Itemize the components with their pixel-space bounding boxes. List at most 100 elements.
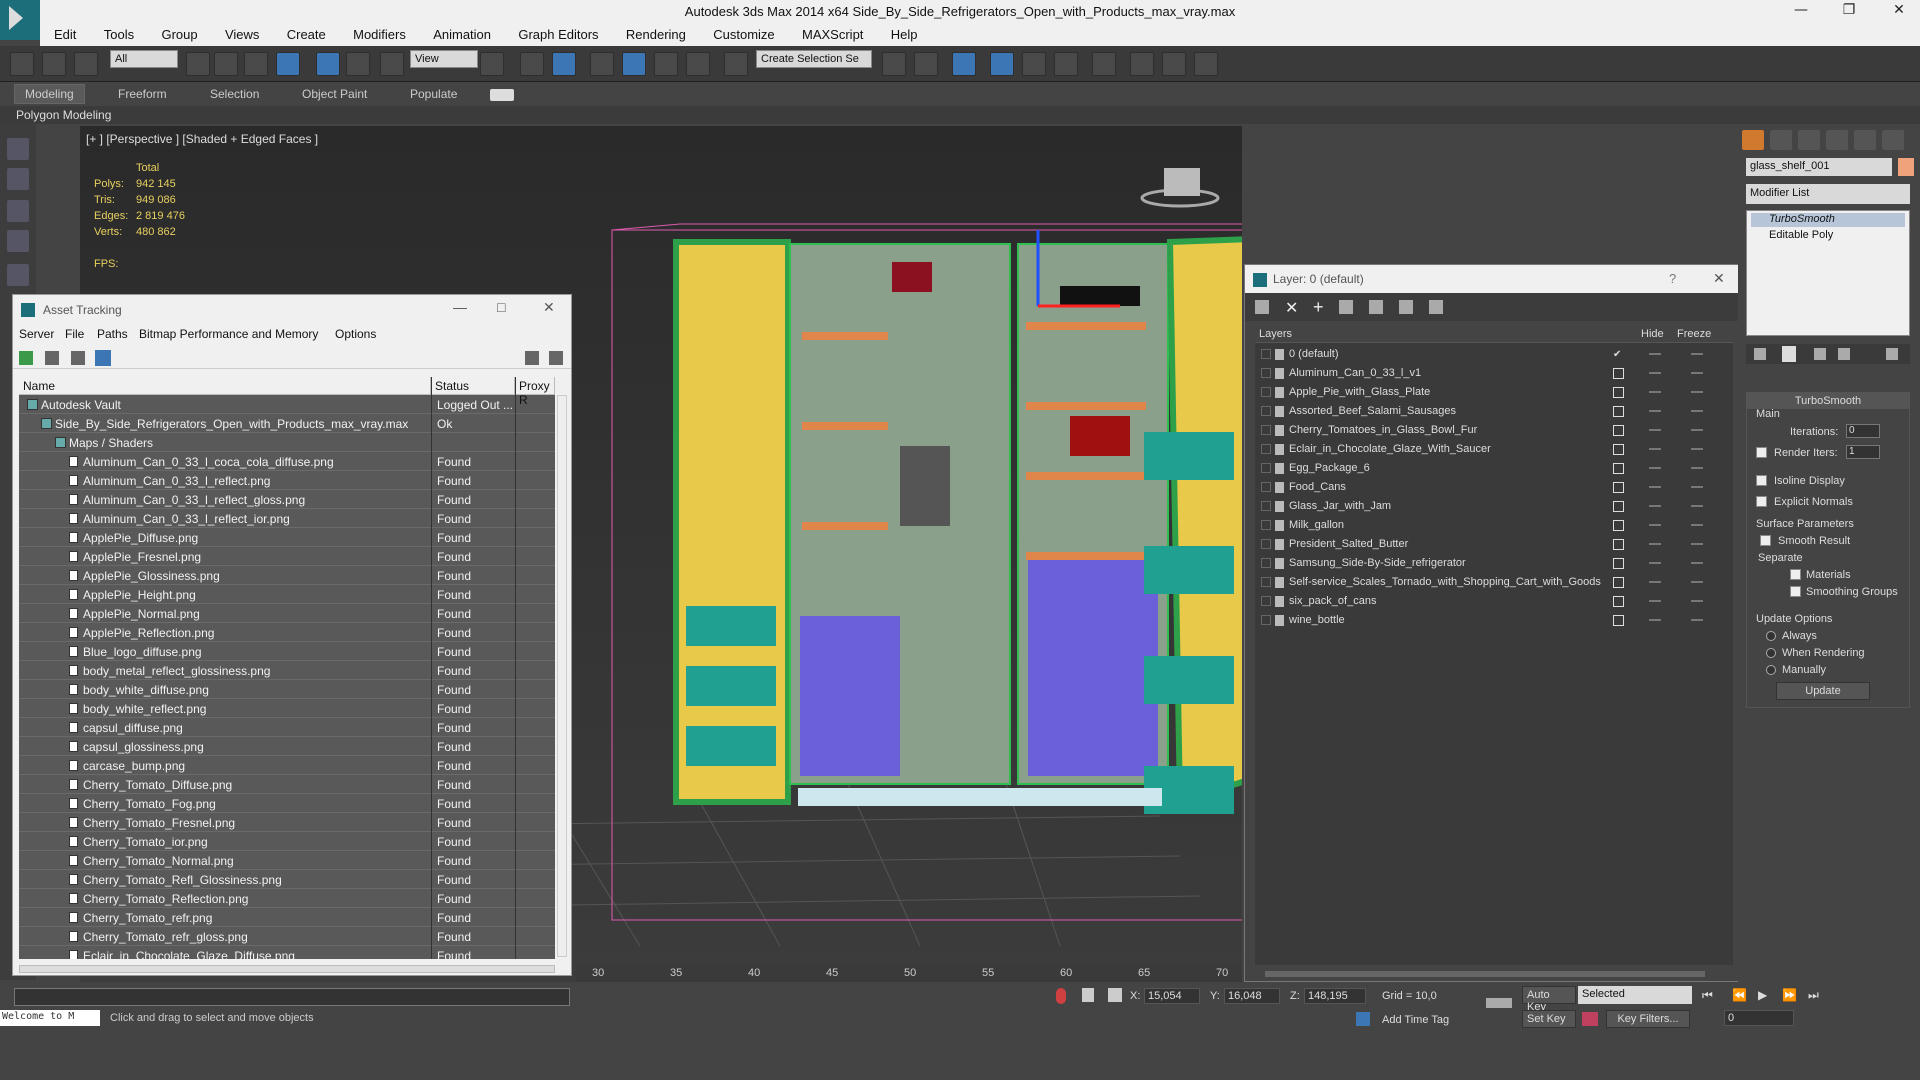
layer-row[interactable]: Aluminum_Can_0_33_l_v1 bbox=[1255, 364, 1733, 383]
remove-modifier-icon[interactable] bbox=[1838, 348, 1850, 360]
freeze-toggle[interactable] bbox=[1691, 581, 1703, 583]
menu-group[interactable]: Group bbox=[147, 24, 207, 42]
scale-icon[interactable] bbox=[380, 52, 404, 76]
asset-row[interactable]: Cherry_Tomato_refr_gloss.png Found bbox=[19, 927, 555, 946]
asset-row[interactable]: ApplePie_Reflection.png Found bbox=[19, 623, 555, 642]
render-setup-icon[interactable] bbox=[1130, 52, 1154, 76]
minimize-icon[interactable]: — bbox=[453, 299, 467, 315]
pin-icon[interactable] bbox=[1056, 988, 1066, 1004]
asset-row[interactable]: ApplePie_Glossiness.png Found bbox=[19, 566, 555, 585]
object-name-field[interactable]: glass_shelf_001 bbox=[1746, 158, 1892, 176]
layer-row[interactable]: six_pack_of_cans bbox=[1255, 592, 1733, 611]
hide-toggle[interactable] bbox=[1649, 543, 1661, 545]
tab-object-paint[interactable]: Object Paint bbox=[302, 87, 367, 101]
asset-row[interactable]: Aluminum_Can_0_33_l_coca_cola_diffuse.pn… bbox=[19, 452, 555, 471]
key-selection-dropdown[interactable]: Selected bbox=[1578, 986, 1692, 1004]
add-time-tag[interactable]: Add Time Tag bbox=[1382, 1014, 1449, 1026]
set-current-box[interactable] bbox=[1613, 577, 1624, 588]
asset-row[interactable]: carcase_bump.png Found bbox=[19, 756, 555, 775]
expand-icon[interactable] bbox=[1261, 463, 1271, 473]
edit-named-selection-icon[interactable] bbox=[724, 52, 748, 76]
col-status[interactable]: Status bbox=[431, 377, 515, 395]
tab-freeform[interactable]: Freeform bbox=[118, 87, 167, 101]
layer-row[interactable]: Samsung_Side-By-Side_refrigerator bbox=[1255, 554, 1733, 573]
show-end-result-icon[interactable] bbox=[1782, 346, 1796, 362]
col-proxy[interactable]: Proxy R bbox=[515, 377, 555, 407]
asset-row[interactable]: capsul_glossiness.png Found bbox=[19, 737, 555, 756]
stack-item-editable-poly[interactable]: Editable Poly bbox=[1751, 229, 1905, 243]
help-icon[interactable]: ? bbox=[1669, 271, 1676, 286]
list-view-icon[interactable] bbox=[45, 351, 59, 365]
isoline-checkbox[interactable] bbox=[1756, 475, 1767, 486]
maximize-icon[interactable]: □ bbox=[497, 299, 505, 315]
expand-icon[interactable] bbox=[1261, 539, 1271, 549]
hide-toggle[interactable] bbox=[1649, 505, 1661, 507]
ribbon-toggle-icon[interactable] bbox=[990, 52, 1014, 76]
asset-row[interactable]: Blue_logo_diffuse.png Found bbox=[19, 642, 555, 661]
app-menu-button[interactable] bbox=[0, 0, 40, 40]
close-icon[interactable]: ✕ bbox=[543, 299, 555, 316]
select-by-name-icon[interactable] bbox=[214, 52, 238, 76]
next-frame-icon[interactable]: ⏩ bbox=[1782, 988, 1797, 1002]
lock-icon[interactable] bbox=[1082, 988, 1094, 1002]
asset-row[interactable]: ApplePie_Height.png Found bbox=[19, 585, 555, 604]
move-icon[interactable] bbox=[316, 52, 340, 76]
highlight-layer-icon[interactable] bbox=[1399, 300, 1413, 314]
explicit-normals-checkbox[interactable] bbox=[1756, 496, 1767, 507]
make-unique-icon[interactable] bbox=[1814, 348, 1826, 360]
hide-toggle[interactable] bbox=[1649, 467, 1661, 469]
horizontal-scrollbar[interactable] bbox=[1265, 971, 1705, 977]
pin-stack-icon[interactable] bbox=[1754, 348, 1766, 360]
angle-snap-icon[interactable] bbox=[622, 52, 646, 76]
hide-toggle[interactable] bbox=[1649, 429, 1661, 431]
x-coordinate[interactable]: 15,054 bbox=[1144, 988, 1200, 1004]
menu-rendering[interactable]: Rendering bbox=[612, 24, 696, 42]
freeze-toggle[interactable] bbox=[1691, 429, 1703, 431]
close-icon[interactable]: ✕ bbox=[1713, 270, 1725, 287]
hierarchy-tab-icon[interactable] bbox=[1798, 130, 1820, 150]
vertical-scrollbar[interactable] bbox=[557, 395, 567, 957]
track-bar-input[interactable] bbox=[14, 988, 570, 1006]
create-tab-icon[interactable] bbox=[1742, 130, 1764, 150]
expand-icon[interactable] bbox=[1261, 558, 1271, 568]
set-current-box[interactable] bbox=[1613, 501, 1624, 512]
freeze-toggle[interactable] bbox=[1691, 619, 1703, 621]
render-iters-checkbox[interactable] bbox=[1756, 447, 1767, 458]
col-name[interactable]: Name bbox=[19, 377, 431, 395]
polygon-modeling-label[interactable]: Polygon Modeling bbox=[16, 108, 111, 122]
manipulate-icon[interactable] bbox=[520, 52, 544, 76]
layer-row[interactable]: Eclair_in_Chocolate_Glaze_With_Saucer bbox=[1255, 440, 1733, 459]
unlink-icon[interactable] bbox=[42, 52, 66, 76]
viewcube-icon[interactable] bbox=[1164, 168, 1200, 196]
expand-icon[interactable] bbox=[1261, 387, 1271, 397]
set-current-box[interactable] bbox=[1613, 444, 1624, 455]
curve-editor-icon[interactable] bbox=[1022, 52, 1046, 76]
col-freeze[interactable]: Freeze bbox=[1673, 325, 1733, 343]
set-current-box[interactable] bbox=[1613, 406, 1624, 417]
freeze-toggle[interactable] bbox=[1691, 562, 1703, 564]
mirror-icon[interactable] bbox=[882, 52, 906, 76]
schematic-view-icon[interactable] bbox=[1054, 52, 1078, 76]
layer-explorer-icon[interactable] bbox=[7, 230, 29, 252]
delete-layer-icon[interactable]: ✕ bbox=[1285, 298, 1298, 318]
add-layer-icon[interactable]: + bbox=[1313, 297, 1324, 318]
settings-icon[interactable] bbox=[549, 351, 563, 365]
expand-icon[interactable] bbox=[1261, 368, 1271, 378]
expand-icon[interactable] bbox=[1261, 425, 1271, 435]
col-layers[interactable]: Layers bbox=[1255, 325, 1599, 343]
freeze-toggle[interactable] bbox=[1691, 543, 1703, 545]
menu-maxscript[interactable]: MAXScript bbox=[788, 24, 873, 42]
freeze-toggle[interactable] bbox=[1691, 410, 1703, 412]
timeline-ruler[interactable]: 30 35 40 45 50 55 60 65 70 bbox=[576, 964, 1242, 982]
prev-frame-icon[interactable]: ⏪ bbox=[1732, 988, 1747, 1002]
viewport-layout-icon[interactable] bbox=[7, 168, 29, 190]
rollout-title[interactable]: TurboSmooth bbox=[1747, 393, 1909, 409]
viewport-label[interactable]: [+ ] [Perspective ] [Shaded + Edged Face… bbox=[86, 132, 318, 146]
minimize-icon[interactable]: — bbox=[1786, 2, 1816, 22]
asset-row[interactable]: Autodesk Vault Logged Out ... bbox=[19, 395, 555, 414]
freeze-toggle[interactable] bbox=[1691, 353, 1703, 355]
hide-toggle[interactable] bbox=[1649, 524, 1661, 526]
asset-row[interactable]: Cherry_Tomato_Fog.png Found bbox=[19, 794, 555, 813]
layer-row[interactable]: Self-service_Scales_Tornado_with_Shoppin… bbox=[1255, 573, 1733, 592]
set-key-button[interactable]: Set Key bbox=[1522, 1010, 1576, 1028]
